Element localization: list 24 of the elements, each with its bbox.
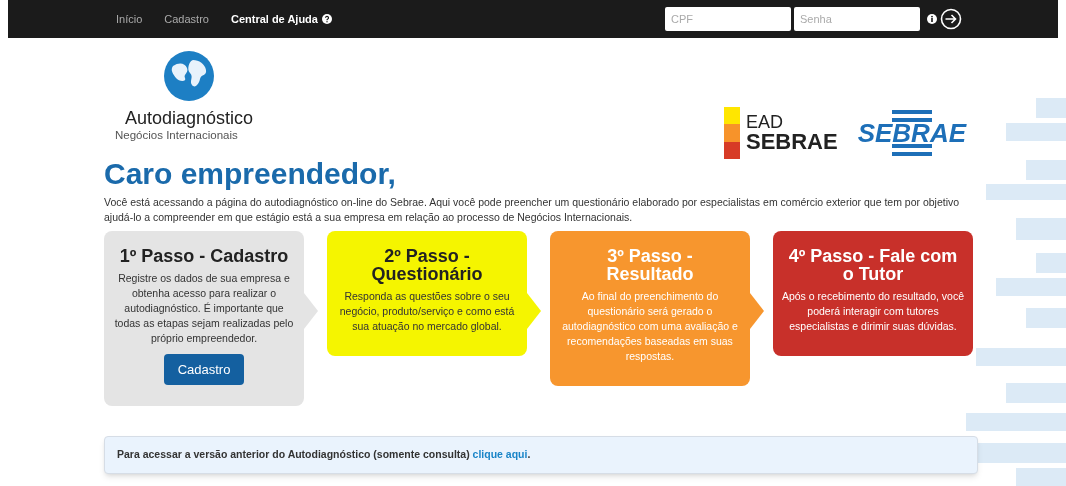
brand-title: Autodiagnóstico xyxy=(124,108,254,128)
help-icon xyxy=(321,14,332,24)
password-field[interactable]: Senha xyxy=(794,7,920,31)
step-description: Ao final do preenchimento do questionário será gerado o autodiagnóstico com uma avaliação e recomendações baseadas em suas respostas. xyxy=(561,289,739,364)
nav-link[interactable]: Central de Ajuda xyxy=(230,10,332,28)
step-description: Após o recebimento do resultado, você poderá interagir com tutores especialistas e dirimir suas dúvidas. xyxy=(781,289,965,334)
cadastro-button[interactable]: Cadastro xyxy=(163,354,245,385)
step-description: Registre os dados de sua empresa e obtenha acesso para realizar o autodiagnóstico. É importante que todas as etapas sejam realizadas pelo próprio empreendedor. xyxy=(113,271,295,346)
nav-link[interactable]: Cadastro xyxy=(164,10,209,28)
info-icon[interactable] xyxy=(927,14,937,24)
ead-sebrae-logo: EAD SEBRAE xyxy=(723,107,838,159)
sebrae-logo: SEBRAE xyxy=(857,110,966,156)
cpf-field[interactable]: CPF xyxy=(665,7,791,31)
nav-link[interactable]: Início xyxy=(116,10,143,28)
notice-text: Para acessar a versão anterior do Autodiagnóstico (somente consulta) clique aqui. xyxy=(117,447,531,463)
intro-paragraph: Você está acessando a página do autodiagnóstico on-line do Sebrae. Aqui você pode preencher um questionário elaborado por especialistas em comércio exterior que tem por objetivo ajudá-lo a compreender em que estágio está a sua empresa em relação ao processo de Negócios Internacionais. xyxy=(104,195,961,225)
brand-subtitle: Negócios Internacionais xyxy=(115,128,238,142)
step-title: 2º Passo - Questionário xyxy=(370,247,484,283)
step-title: 4º Passo - Fale com o Tutor xyxy=(787,247,959,283)
page-heading: Caro empreendedor, xyxy=(104,159,397,189)
step-description: Responda as questões sobre o seu negócio, produto/serviço e como está sua atuação no mercado global. xyxy=(338,289,516,334)
globe-logo-icon xyxy=(163,50,215,102)
step-title: 3º Passo - Resultado xyxy=(605,247,695,283)
step-title: 1º Passo - Cadastro xyxy=(119,247,289,265)
